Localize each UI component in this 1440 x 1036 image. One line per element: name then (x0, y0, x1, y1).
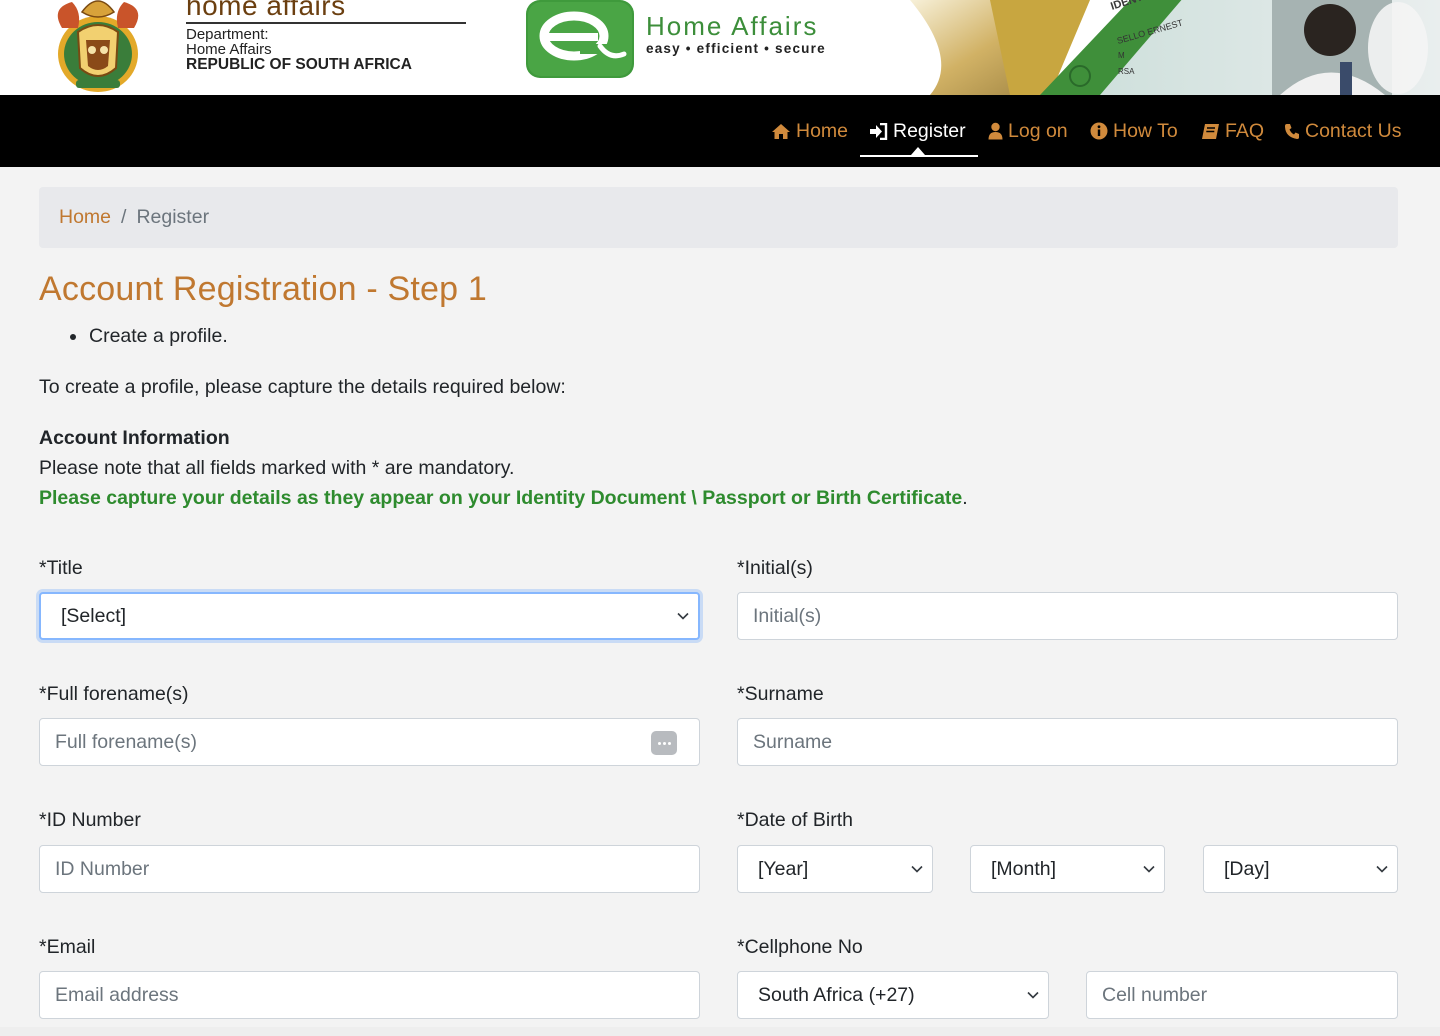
nav-active-caret (911, 147, 925, 155)
nav-register-label: Register (893, 119, 966, 142)
book-icon (1202, 123, 1219, 139)
info-circle-icon (1090, 122, 1108, 140)
surname-label: *Surname (737, 683, 824, 705)
capture-note-text: Please capture your details as they appe… (39, 487, 963, 509)
country-code-select[interactable]: South Africa (+27) (737, 971, 1049, 1019)
coat-of-arms-logo (57, 0, 139, 92)
dept-line-3: REPUBLIC OF SOUTH AFRICA (186, 56, 412, 73)
forenames-input[interactable] (39, 718, 700, 766)
forenames-label: *Full forename(s) (39, 683, 189, 705)
id-card-banner-image: IDENT SELLO ERNEST M RSA (900, 0, 1440, 95)
bullet-dot (70, 333, 76, 340)
section-heading: Account Information (39, 427, 230, 449)
dob-month-value: [Month] (991, 857, 1057, 880)
cell-number-input[interactable] (1086, 971, 1398, 1019)
page-title: Account Registration - Step 1 (39, 270, 488, 308)
nav-how-to[interactable]: How To (1090, 95, 1178, 167)
title-select[interactable]: [Select] (39, 592, 700, 640)
id-number-label: *ID Number (39, 809, 141, 831)
wordmark-divider (186, 22, 466, 24)
ehome-tagline: easy • efficient • secure (646, 41, 826, 56)
breadcrumb-home-link[interactable]: Home (59, 206, 111, 229)
initials-input[interactable] (737, 592, 1398, 640)
home-icon (772, 123, 790, 139)
dept-line-1: Department: (186, 26, 269, 43)
ehome-title: Home Affairs (646, 11, 819, 41)
nav-contact-us[interactable]: Contact Us (1284, 95, 1401, 167)
breadcrumb-current: Register (136, 206, 210, 228)
main-navbar: Home Register Log on How To FAQ Contact … (0, 95, 1440, 167)
chevron-down-icon (911, 865, 923, 873)
dob-year-value: [Year] (758, 857, 809, 880)
autofill-key-icon[interactable] (651, 731, 677, 755)
nav-faq-label: FAQ (1225, 119, 1265, 142)
sign-in-icon (870, 122, 888, 140)
nav-contact-us-label: Contact Us (1305, 119, 1402, 142)
nav-faq[interactable]: FAQ (1201, 95, 1264, 167)
email-input[interactable] (39, 971, 700, 1019)
mandatory-note: Please note that all fields marked with … (39, 457, 515, 479)
nav-log-on[interactable]: Log on (988, 95, 1068, 167)
email-label: *Email (39, 936, 96, 958)
chevron-down-icon (1143, 865, 1155, 873)
department-wordmark: home affairs Department: Home Affairs RE… (186, 0, 471, 72)
surname-input[interactable] (737, 718, 1398, 766)
chevron-down-icon (1027, 991, 1039, 999)
title-select-value: [Select] (61, 604, 127, 627)
nav-how-to-label: How To (1113, 119, 1178, 142)
bottom-strip (0, 1027, 1440, 1036)
nav-active-underline (860, 155, 978, 157)
dob-label: *Date of Birth (737, 809, 853, 831)
header-banner: home affairs Department: Home Affairs RE… (0, 0, 1440, 95)
dob-month-select[interactable]: [Month] (970, 845, 1165, 893)
nav-log-on-label: Log on (1008, 119, 1068, 142)
card-sex-text: M (1118, 51, 1125, 60)
user-icon (988, 122, 1003, 140)
dob-day-value: [Day] (1224, 857, 1270, 880)
id-number-input[interactable] (39, 845, 700, 893)
dept-line-2: Home Affairs (186, 41, 272, 58)
breadcrumb: Home / Register (39, 187, 1398, 248)
intro-text: To create a profile, please capture the … (39, 376, 566, 398)
dob-day-select[interactable]: [Day] (1203, 845, 1398, 893)
chevron-down-icon (1376, 865, 1388, 873)
chevron-down-icon (677, 612, 689, 620)
step-bullet-text: Create a profile. (89, 325, 228, 347)
dob-year-select[interactable]: [Year] (737, 845, 933, 893)
step-bullet: Create a profile. (70, 325, 228, 348)
nav-home[interactable]: Home (771, 95, 848, 167)
card-country-text: RSA (1118, 67, 1135, 76)
capture-note: Please capture your details as they appe… (39, 487, 968, 510)
title-label: *Title (39, 557, 83, 579)
initials-label: *Initial(s) (737, 557, 813, 579)
capture-note-period: . (962, 487, 968, 509)
nav-home-label: Home (796, 119, 849, 142)
ehome-affairs-logo (526, 0, 634, 78)
home-affairs-wordmark: home affairs (186, 0, 346, 21)
country-code-value: South Africa (+27) (758, 983, 915, 1006)
cellphone-label: *Cellphone No (737, 936, 863, 958)
breadcrumb-separator: / (121, 206, 127, 228)
phone-icon (1285, 123, 1299, 139)
ehome-affairs-text: Home Affairs easy • efficient • secure (646, 12, 826, 56)
